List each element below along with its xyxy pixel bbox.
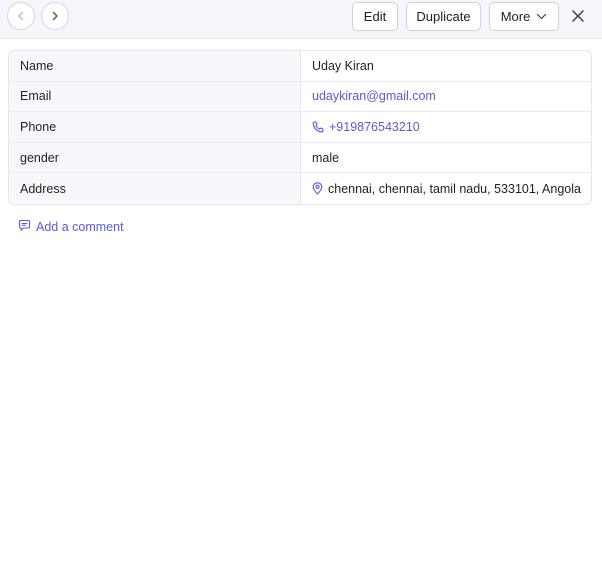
location-pin-icon	[312, 182, 323, 195]
close-button[interactable]	[568, 6, 588, 26]
detail-row-email: Email udaykiran@gmail.com	[9, 81, 591, 113]
detail-row-name: Name Uday Kiran	[9, 51, 591, 82]
more-button-label: More	[500, 9, 531, 24]
gender-value: male	[301, 143, 591, 173]
phone-link[interactable]: +919876543210	[329, 120, 420, 134]
chevron-right-icon	[52, 11, 58, 21]
field-label: Address	[9, 173, 301, 204]
edit-button-label: Edit	[363, 9, 387, 24]
duplicate-button-label: Duplicate	[416, 9, 471, 24]
more-button[interactable]: More	[489, 2, 559, 31]
address-text: chennai, chennai, tamil nadu, 533101, An…	[328, 181, 581, 196]
comment-icon	[18, 219, 31, 235]
detail-row-phone: Phone +919876543210	[9, 112, 591, 143]
phone-icon	[312, 121, 324, 133]
field-label: Email	[9, 81, 301, 112]
detail-row-address: Address chennai, chennai, tamil nadu, 53…	[9, 173, 591, 204]
duplicate-button[interactable]: Duplicate	[406, 2, 481, 31]
name-value: Uday Kiran	[301, 51, 591, 81]
phone-value: +919876543210	[301, 112, 591, 142]
email-value: udaykiran@gmail.com	[301, 82, 591, 112]
edit-button[interactable]: Edit	[352, 2, 398, 31]
add-comment-link[interactable]: Add a comment	[18, 219, 124, 235]
record-details-table: Name Uday Kiran Email udaykiran@gmail.co…	[8, 50, 592, 205]
field-label: Name	[9, 51, 301, 81]
detail-row-gender: gender male	[9, 142, 591, 174]
gender-text: male	[312, 150, 340, 165]
chevron-down-icon	[537, 13, 547, 20]
address-value: chennai, chennai, tamil nadu, 533101, An…	[301, 173, 591, 204]
email-link[interactable]: udaykiran@gmail.com	[312, 89, 436, 103]
previous-record-button[interactable]	[7, 2, 35, 30]
name-text: Uday Kiran	[312, 58, 374, 73]
chevron-left-icon	[18, 11, 24, 21]
next-record-button[interactable]	[41, 2, 69, 30]
field-label: Phone	[9, 112, 301, 142]
toolbar: Edit Duplicate More	[0, 0, 602, 39]
add-comment-label: Add a comment	[36, 220, 124, 234]
close-icon	[572, 10, 584, 22]
field-label: gender	[9, 142, 301, 173]
